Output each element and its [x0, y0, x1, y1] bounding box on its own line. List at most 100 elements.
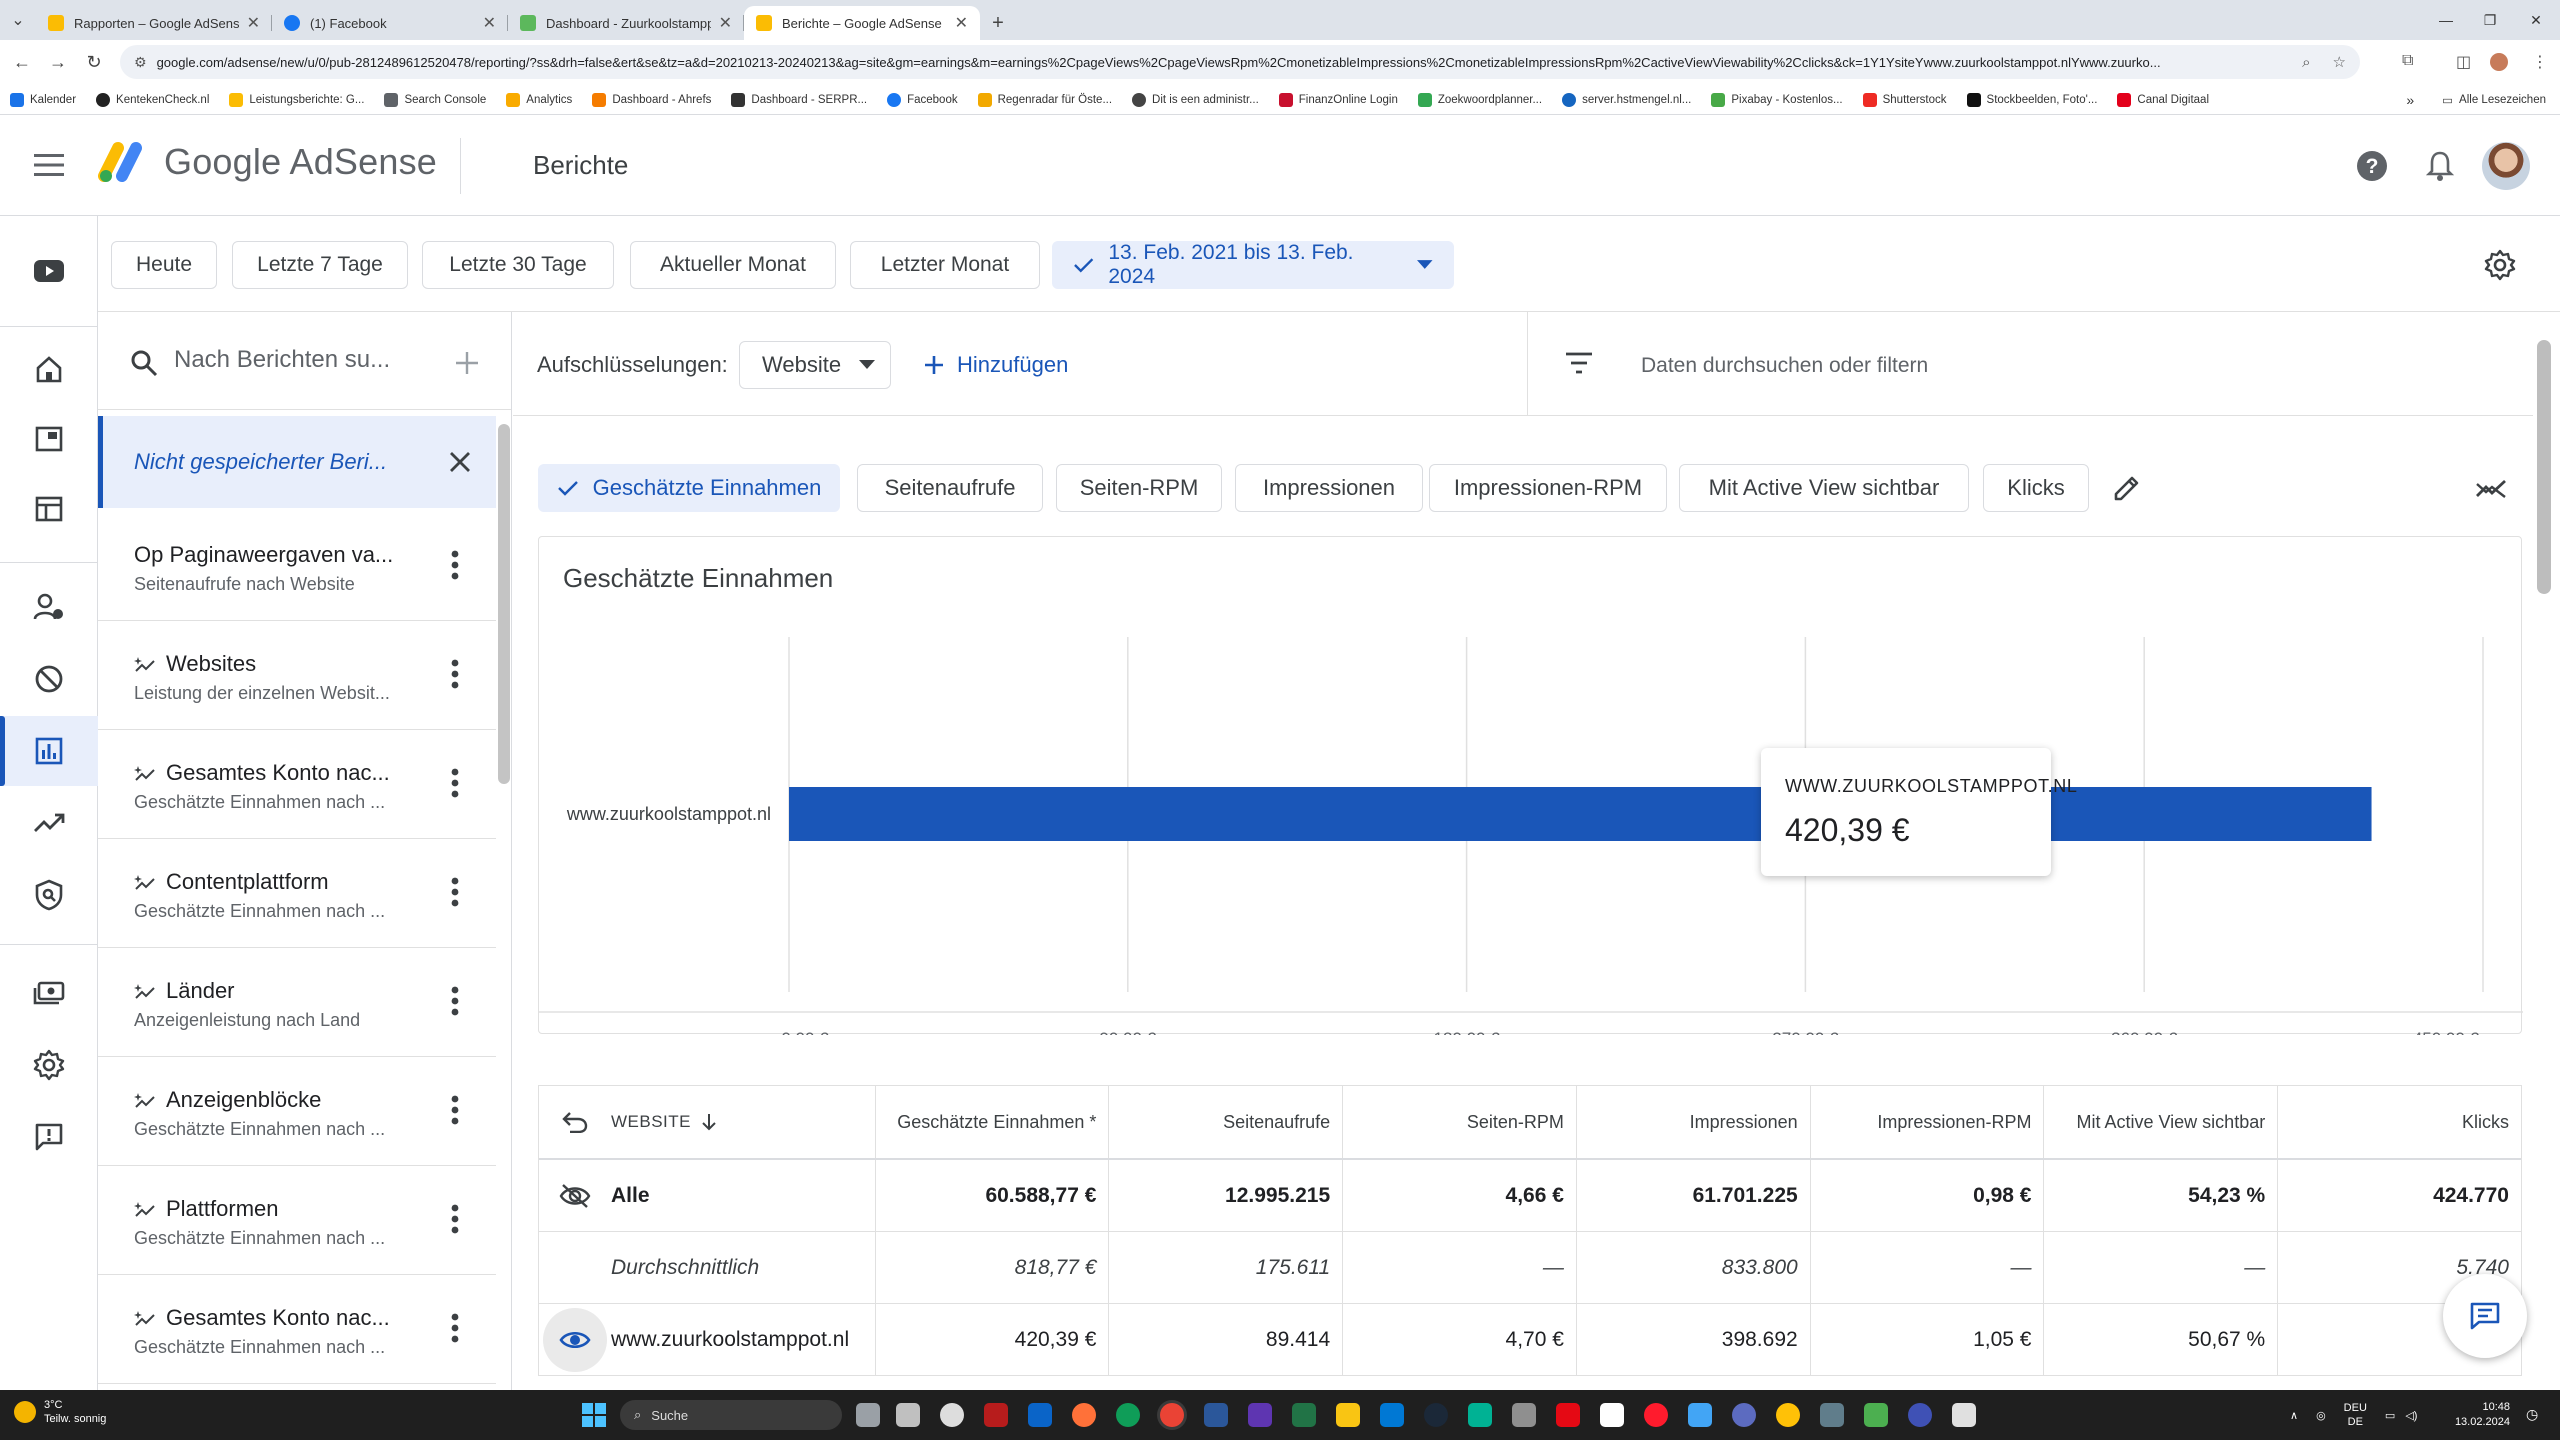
browser-tab[interactable]: (1) Facebook ✕ — [272, 6, 508, 40]
filter-icon[interactable] — [1565, 352, 1593, 374]
app-icon[interactable] — [1600, 1403, 1624, 1427]
saved-report-item[interactable]: Anzeigenblöcke Geschätzte Einnahmen nach … — [98, 1057, 496, 1166]
calculator-icon[interactable] — [1468, 1403, 1492, 1427]
report-search-input[interactable]: Nach Berichten su... — [174, 346, 390, 374]
taskbar-search[interactable]: ⌕ Suche — [620, 1400, 842, 1430]
bookmark-item[interactable]: Zoekwoordplanner... — [1417, 92, 1542, 107]
visibility-off-icon[interactable] — [539, 1183, 611, 1209]
column-header-website[interactable]: WEBSITE — [539, 1086, 875, 1158]
more-options-icon[interactable] — [450, 659, 460, 689]
more-options-icon[interactable] — [450, 986, 460, 1016]
netflix-icon[interactable] — [1556, 1403, 1580, 1427]
tray-overflow-icon[interactable]: ∧ — [2290, 1409, 2298, 1422]
side-panel-icon[interactable]: ◫ — [2456, 52, 2471, 72]
metric-chip-impressions[interactable]: Impressionen — [1235, 464, 1423, 512]
notification-center-icon[interactable]: ◷ — [2526, 1406, 2538, 1423]
app-icon[interactable] — [1248, 1403, 1272, 1427]
volume-icon[interactable]: ◁) — [2405, 1409, 2417, 1422]
feedback-nav-item[interactable] — [0, 1102, 98, 1172]
vscode-icon[interactable] — [1380, 1403, 1404, 1427]
bookmark-item[interactable]: Kalender — [10, 92, 76, 107]
table-row[interactable]: Durchschnittlich 818,77 €175.611—833.800—… — [539, 1232, 2521, 1304]
bookmark-item[interactable]: Shutterstock — [1862, 92, 1947, 107]
zoom-icon[interactable]: ⌕ — [2302, 54, 2310, 71]
filter-input[interactable]: Daten durchsuchen oder filtern — [1641, 354, 1928, 378]
back-icon[interactable]: ← — [4, 52, 40, 73]
edge-icon[interactable] — [1116, 1403, 1140, 1427]
reload-icon[interactable]: ↻ — [76, 52, 112, 73]
adsense-logo[interactable]: Google AdSense — [98, 140, 437, 184]
tab-close-icon[interactable]: ✕ — [955, 13, 968, 33]
date-preset-current-month[interactable]: Aktueller Monat — [630, 241, 836, 289]
close-icon[interactable] — [448, 450, 472, 474]
forward-icon[interactable]: → — [40, 52, 76, 73]
tab-search-icon[interactable]: ⌄ — [0, 0, 36, 40]
home-nav-item[interactable] — [0, 334, 98, 404]
extensions-icon[interactable]: ⧉ — [2402, 52, 2413, 70]
privacy-messaging-nav-item[interactable] — [0, 572, 98, 642]
saved-report-item[interactable]: Länder Anzeigenleistung nach Land — [98, 948, 496, 1057]
more-options-icon[interactable] — [450, 1204, 460, 1234]
tab-close-icon[interactable]: ✕ — [247, 13, 260, 33]
date-preset-today[interactable]: Heute — [111, 241, 217, 289]
table-row[interactable]: www.zuurkoolstamppot.nl 420,39 €89.414 4,7… — [539, 1304, 2521, 1376]
steam-icon[interactable] — [1424, 1403, 1448, 1427]
date-preset-last-month[interactable]: Letzter Monat — [850, 241, 1040, 289]
feedback-button[interactable] — [2443, 1274, 2527, 1358]
payments-nav-item[interactable] — [0, 958, 98, 1028]
saved-report-item[interactable]: Websites Leistung der einzelnen Websit... — [98, 621, 496, 730]
metric-chip-estimated-earnings[interactable]: Geschätzte Einnahmen — [538, 464, 840, 512]
column-header-page-views[interactable]: Seitenaufrufe — [1108, 1086, 1342, 1158]
unsaved-report-item[interactable]: Nicht gespeicherter Beri... — [98, 416, 496, 508]
more-options-icon[interactable] — [450, 550, 460, 580]
compare-chart-icon[interactable] — [2475, 478, 2507, 500]
filezilla-icon[interactable] — [984, 1403, 1008, 1427]
bookmark-item[interactable]: Dashboard - SERPR... — [731, 92, 867, 107]
network-icon[interactable]: ▭ — [2385, 1409, 2395, 1422]
bookmark-item[interactable]: Pixabay - Kostenlos... — [1711, 92, 1843, 107]
metric-chip-active-view[interactable]: Mit Active View sichtbar — [1679, 464, 1969, 512]
app-icon[interactable] — [1908, 1403, 1932, 1427]
row-label[interactable]: www.zuurkoolstamppot.nl — [611, 1326, 851, 1354]
reports-nav-item[interactable] — [0, 716, 98, 786]
column-header-impression-rpm[interactable]: Impressionen-RPM — [1809, 1086, 2044, 1158]
youtube-nav-item[interactable] — [0, 236, 98, 306]
date-preset-last-7-days[interactable]: Letzte 7 Tage — [232, 241, 408, 289]
bookmark-item[interactable]: Leistungsberichte: G... — [229, 92, 364, 107]
task-view-icon[interactable] — [856, 1403, 880, 1427]
restore-icon[interactable]: ❐ — [2466, 0, 2514, 40]
add-breakdown-button[interactable]: Hinzufügen — [923, 352, 1068, 378]
column-header-estimated-earnings[interactable]: Geschätzte Einnahmen * — [874, 1086, 1109, 1158]
window-close-icon[interactable]: ✕ — [2512, 0, 2560, 40]
metric-chip-page-rpm[interactable]: Seiten-RPM — [1056, 464, 1222, 512]
windows-start-icon[interactable] — [582, 1403, 606, 1427]
bookmark-item[interactable]: Analytics — [506, 92, 572, 107]
bookmark-item[interactable]: Stockbeelden, Foto'... — [1966, 92, 2097, 107]
browser-tab[interactable]: Dashboard - Zuurkoolstamppot ✕ — [508, 6, 744, 40]
bookmark-item[interactable]: KentekenCheck.nl — [96, 92, 209, 107]
bookmark-item[interactable]: Canal Digitaal — [2117, 92, 2209, 107]
app-icon[interactable] — [1864, 1403, 1888, 1427]
app-icon[interactable] — [1776, 1403, 1800, 1427]
blocking-controls-nav-item[interactable] — [0, 644, 98, 714]
tray-app-icon[interactable]: ◎ — [2316, 1409, 2326, 1422]
app-icon[interactable] — [1952, 1403, 1976, 1427]
weather-widget[interactable]: 3°C Teilw. sonnig — [14, 1398, 106, 1426]
bookmark-item[interactable]: server.hstmengel.nl... — [1562, 92, 1691, 107]
bookmark-item[interactable]: FinanzOnline Login — [1278, 92, 1398, 107]
date-preset-last-30-days[interactable]: Letzte 30 Tage — [422, 241, 614, 289]
help-icon[interactable]: ? — [2356, 150, 2388, 182]
metric-chip-page-views[interactable]: Seitenaufrufe — [857, 464, 1043, 512]
url-input[interactable]: ⚙ google.com/adsense/new/u/0/pub-2812489… — [120, 45, 2360, 79]
language-indicator[interactable]: DEU DE — [2344, 1401, 2367, 1429]
bookmark-item[interactable]: Dit is een administr... — [1132, 92, 1259, 107]
browser-menu-icon[interactable]: ⋮ — [2532, 52, 2548, 72]
tab-close-icon[interactable]: ✕ — [719, 13, 732, 33]
reports-scrollbar[interactable] — [498, 424, 510, 784]
add-report-icon[interactable] — [454, 350, 480, 376]
outlook-icon[interactable] — [1028, 1403, 1052, 1427]
saved-report-item[interactable]: Contentplattform Geschätzte Einnahmen nac… — [98, 839, 496, 948]
all-bookmarks-link[interactable]: Alle Lesezeichen — [2459, 94, 2546, 106]
firefox-icon[interactable] — [1072, 1403, 1096, 1427]
app-icon[interactable] — [1512, 1403, 1536, 1427]
